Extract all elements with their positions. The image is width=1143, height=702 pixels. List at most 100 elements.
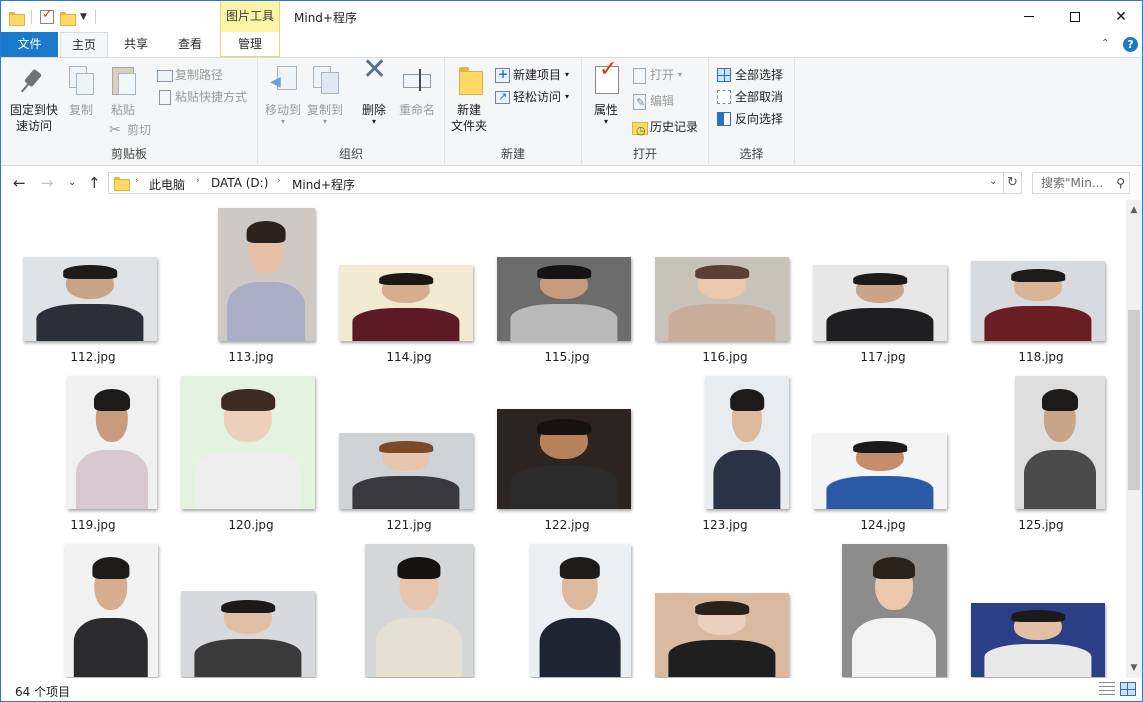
folder-icon[interactable] [9,11,25,26]
paste-button[interactable]: 粘贴 [105,64,141,118]
invert-selection-button[interactable]: 反向选择 [717,109,783,129]
breadcrumb-data-drive[interactable]: DATA (D:) [211,176,268,190]
image-thumbnail[interactable] [181,591,315,677]
help-icon[interactable]: ? [1123,37,1138,52]
delete-button[interactable]: 删除 ▾ [356,62,392,126]
image-thumbnail[interactable] [971,261,1105,341]
image-thumbnail[interactable] [181,376,315,509]
collapse-ribbon-icon[interactable]: ⌃ [1101,38,1109,49]
properties-icon[interactable] [40,7,54,24]
rename-icon [401,64,433,96]
new-group: 新建 文件夹 新建项目 ▾ 轻松访问 ▾ 新建 [445,58,582,166]
portrait-body [76,450,148,509]
select-group-label: 选择 [739,147,764,161]
file-name: 121.jpg [386,518,432,532]
portrait-hair [695,601,749,615]
portrait-body [1024,450,1096,509]
breadcrumb-separator-icon[interactable]: › [135,176,139,186]
open-button[interactable]: 打开 ▾ [632,65,682,85]
image-thumbnail[interactable] [529,544,631,677]
new-item-icon [495,64,510,84]
image-thumbnail[interactable] [217,208,315,341]
new-folder-icon[interactable] [60,11,76,26]
breadcrumb-separator-icon[interactable]: › [196,176,200,186]
image-thumbnail[interactable] [655,257,789,341]
address-history-dropdown-icon[interactable]: ⌄ [989,176,997,187]
move-to-button[interactable]: 移动到 ▾ [262,64,304,126]
customize-toolbar-dropdown-icon[interactable]: ▼ [80,12,87,22]
image-thumbnail[interactable] [813,433,947,509]
select-none-button[interactable]: 全部取消 [717,87,783,107]
breadcrumb-current-folder[interactable]: Mind+程序 [292,176,355,193]
image-thumbnail[interactable] [497,409,631,509]
scroll-up-icon[interactable]: ▲ [1126,202,1142,218]
pin-label-line1: 固定到快 [9,103,58,117]
tab-file[interactable]: 文件 [1,32,58,57]
portrait-hair [379,272,433,285]
image-thumbnail[interactable] [1015,376,1105,509]
tab-manage[interactable]: 管理 [220,32,280,57]
select-none-label: 全部取消 [735,90,784,104]
image-thumbnail[interactable] [339,433,473,509]
portrait-hair [873,557,915,579]
close-button[interactable]: ✕ [1098,1,1142,32]
image-thumbnail[interactable] [64,544,158,677]
image-thumbnail[interactable] [339,265,473,341]
back-arrow-icon[interactable]: ← [13,174,26,192]
new-item-dropdown-icon: ▾ [565,70,570,79]
portrait-hair [379,440,433,453]
pin-to-quick-access-button[interactable]: 固定到快 速访问 [7,64,61,134]
image-thumbnail[interactable] [365,544,473,677]
open-icon [632,68,646,84]
tab-share[interactable]: 共享 [113,32,159,57]
image-thumbnail[interactable] [971,603,1105,677]
new-folder-button[interactable]: 新建 文件夹 [449,64,489,134]
large-icons-view-icon[interactable] [1120,682,1136,696]
tab-view[interactable]: 查看 [165,32,215,57]
recent-locations-chevron-icon[interactable]: ⌄ [68,177,76,188]
breadcrumb-this-pc[interactable]: 此电脑 [149,176,185,193]
image-thumbnail[interactable] [655,593,789,677]
easy-access-button[interactable]: 轻松访问 ▾ [495,87,569,107]
vertical-scrollbar[interactable]: ▲ ▼ [1126,200,1142,678]
address-bar[interactable]: › 此电脑 › DATA (D:) › Mind+程序 ⌄ [108,172,1004,194]
portrait-hair [246,221,286,243]
image-thumbnail[interactable] [813,265,947,341]
maximize-button[interactable] [1052,1,1098,32]
cut-button[interactable]: 剪切 [109,120,151,140]
clipboard-group-label: 剪贴板 [110,147,147,161]
rename-button[interactable]: 重命名 [396,64,438,118]
title-bar: ▼ 图片工具 Mind+程序 ✕ [1,1,1142,32]
history-button[interactable]: 历史记录 [632,117,698,141]
image-thumbnail[interactable] [67,376,157,509]
image-thumbnail[interactable] [841,544,947,677]
refresh-icon[interactable]: ↻ [1004,172,1022,194]
copy-button[interactable]: 复制 [63,64,99,118]
up-arrow-icon[interactable]: ↑ [88,174,101,192]
paste-shortcut-button[interactable]: 粘贴快捷方式 [157,87,247,107]
file-name: 117.jpg [860,350,906,364]
details-view-icon[interactable] [1099,682,1115,696]
item-count: 64 个项目 [15,685,71,699]
file-list-view[interactable]: 112.jpg 113.jpg 114.jpg 115.jpg 116.jpg 117.j… [1,200,1126,678]
copy-path-button[interactable]: 复制路径 [157,65,223,85]
portrait-body [352,475,460,509]
image-thumbnail[interactable] [705,376,789,509]
scrollbar-thumb[interactable] [1128,310,1140,490]
copy-to-button[interactable]: 复制到 ▾ [304,64,346,126]
minimize-button[interactable] [1006,1,1052,32]
search-input[interactable]: 搜索"Min... ⚲ [1032,172,1130,194]
forward-arrow-icon[interactable]: → [41,174,54,192]
image-thumbnail[interactable] [497,257,631,341]
tab-home[interactable]: 主页 [60,32,108,57]
portrait-body [227,282,305,341]
edit-button[interactable]: 编辑 [632,91,674,113]
clipboard-group: 固定到快 速访问 复制 粘贴 复制路径 粘贴快捷方式 剪切 [1,58,258,166]
paste-icon [107,64,139,96]
new-item-button[interactable]: 新建项目 ▾ [495,64,570,85]
breadcrumb-separator-icon[interactable]: › [277,176,281,186]
scroll-down-icon[interactable]: ▼ [1126,660,1142,676]
image-thumbnail[interactable] [23,257,157,341]
select-all-button[interactable]: 全部选择 [717,65,783,85]
properties-button[interactable]: 属性 ▾ [588,62,624,126]
